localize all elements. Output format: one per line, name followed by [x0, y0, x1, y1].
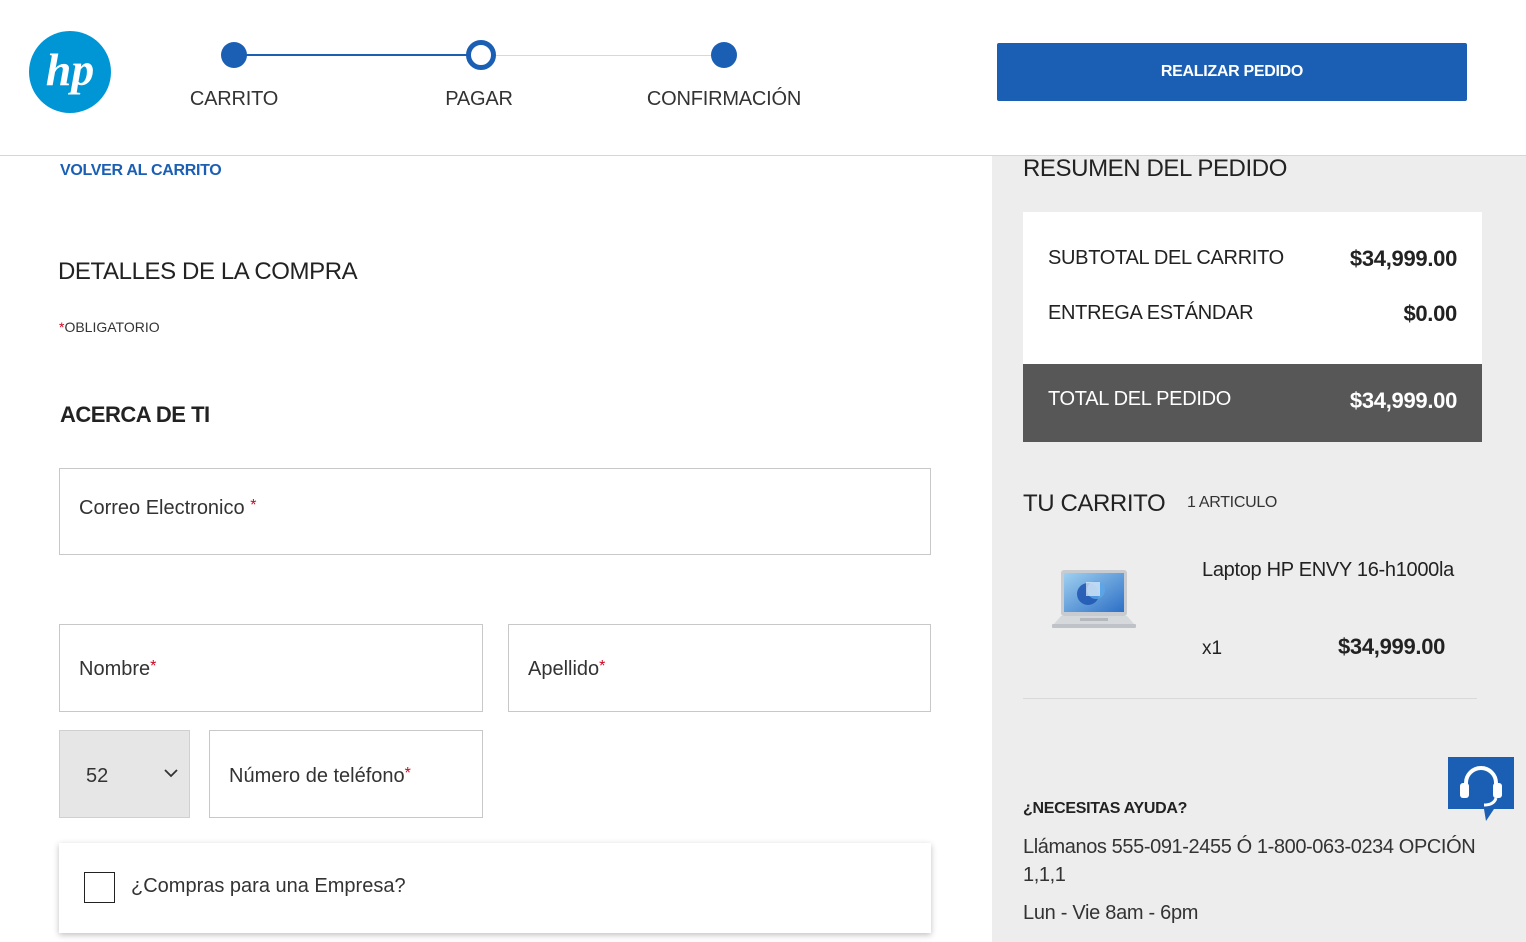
subtotal-value: $34,999.00	[1349, 246, 1457, 271]
email-placeholder-text: Correo Electronico	[79, 497, 245, 519]
first-name-placeholder-text: Nombre	[79, 658, 151, 680]
step-dot-pay	[466, 40, 496, 70]
required-asterisk: *	[150, 658, 157, 675]
support-chat-icon[interactable]	[1446, 755, 1516, 823]
shipping-value: $0.00	[1403, 301, 1457, 326]
step-dot-confirm	[711, 42, 737, 68]
total-value: $34,999.00	[1349, 388, 1457, 413]
business-checkbox-label[interactable]: ¿Compras para una Empresa?	[131, 875, 406, 898]
cart-item-count: 1 ARTICULO	[1187, 494, 1278, 511]
email-placeholder: Correo Electronico *	[79, 497, 256, 520]
place-order-button[interactable]: REALIZAR PEDIDO	[997, 43, 1467, 101]
product-price: $34,999.00	[1338, 634, 1446, 659]
total-label: TOTAL DEL PEDIDO	[1048, 388, 1232, 410]
business-purchase-row: ¿Compras para una Empresa?	[59, 843, 931, 933]
hp-logo[interactable]: hp	[28, 30, 112, 114]
required-note-text: OBLIGATORIO	[64, 319, 160, 335]
back-to-cart-link[interactable]: VOLVER AL CARRITO	[60, 162, 222, 180]
phone-placeholder-text: Número de teléfono	[229, 765, 405, 787]
stepper-line-pending	[479, 55, 724, 56]
required-asterisk: *	[250, 497, 257, 514]
purchase-details-title: DETALLES DE LA COMPRA	[58, 258, 358, 285]
order-summary-title: RESUMEN DEL PEDIDO	[1023, 155, 1287, 182]
product-quantity: x1	[1202, 638, 1223, 659]
product-name[interactable]: Laptop HP ENVY 16-h1000la	[1202, 559, 1454, 582]
shipping-label: ENTREGA ESTÁNDAR	[1048, 302, 1254, 324]
phone-placeholder: Número de teléfono*	[229, 765, 411, 788]
required-note: *OBLIGATORIO	[59, 319, 160, 335]
last-name-field[interactable]: Apellido*	[508, 624, 931, 712]
about-you-title: ACERCA DE TI	[60, 402, 210, 427]
email-field[interactable]: Correo Electronico *	[59, 468, 931, 555]
step-label-confirm: CONFIRMACIÓN	[646, 88, 802, 110]
last-name-placeholder: Apellido*	[528, 658, 605, 681]
help-phone-line: Llámanos 555-091-2455 Ó 1-800-063-0234 O…	[1023, 836, 1476, 886]
laptop-product-image	[1052, 570, 1136, 628]
order-summary-card: SUBTOTAL DEL CARRITO $34,999.00 ENTREGA …	[1023, 212, 1482, 364]
step-label-pay: PAGAR	[445, 88, 513, 110]
step-label-cart[interactable]: CARRITO	[190, 88, 278, 111]
phone-number-field[interactable]: Número de teléfono*	[209, 730, 483, 818]
step-dot-cart[interactable]	[221, 42, 247, 68]
required-asterisk: *	[404, 765, 411, 782]
help-title: ¿NECESITAS AYUDA?	[1023, 800, 1188, 817]
business-checkbox[interactable]	[84, 872, 115, 903]
country-code-select[interactable]: 52	[59, 730, 190, 818]
chevron-down-icon	[164, 769, 178, 778]
first-name-placeholder: Nombre*	[79, 658, 156, 681]
help-hours: Lun - Vie 8am - 6pm	[1023, 902, 1199, 924]
first-name-field[interactable]: Nombre*	[59, 624, 483, 712]
order-total-bar: TOTAL DEL PEDIDO $34,999.00	[1023, 364, 1482, 442]
country-code-value: 52	[86, 765, 109, 787]
checkout-header: hp CARRITO PAGAR CONFIRMACIÓN REALIZAR P…	[0, 0, 1526, 156]
cart-divider	[1023, 698, 1477, 699]
logo-text: hp	[46, 44, 95, 95]
required-asterisk: *	[599, 658, 606, 675]
stepper-line-done	[234, 54, 479, 56]
subtotal-label: SUBTOTAL DEL CARRITO	[1048, 247, 1284, 269]
last-name-placeholder-text: Apellido	[528, 658, 600, 680]
checkout-stepper: CARRITO PAGAR CONFIRMACIÓN	[180, 38, 802, 118]
cart-title: TU CARRITO	[1023, 490, 1166, 517]
